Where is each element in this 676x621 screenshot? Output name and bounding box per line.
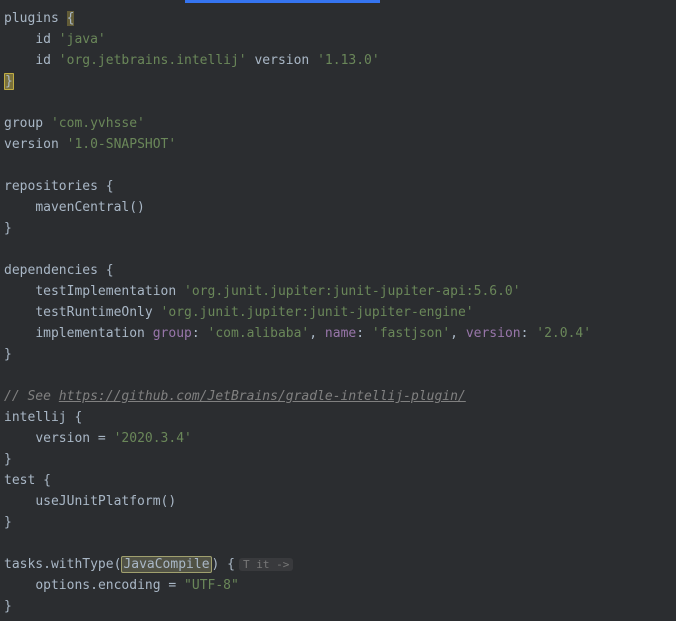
code-line: testImplementation 'org.junit.jupiter:ju… — [4, 281, 676, 302]
code-line: dependencies { — [4, 260, 676, 281]
code-line: intellij { — [4, 407, 676, 428]
test-impl-keyword: testImplementation — [35, 284, 176, 299]
version-keyword: version — [4, 137, 59, 152]
version-keyword: version — [35, 431, 90, 446]
intellij-keyword: intellij — [4, 410, 67, 425]
string-literal: 'com.alibaba' — [208, 326, 310, 341]
code-line: version '1.0-SNAPSHOT' — [4, 134, 676, 155]
options-keyword: options — [35, 578, 90, 593]
inlay-hint: T it -> — [239, 558, 293, 571]
close-brace: } — [4, 347, 12, 362]
code-line: version = '2020.3.4' — [4, 428, 676, 449]
with-type-keyword: withType — [51, 557, 114, 572]
test-keyword: test — [4, 473, 35, 488]
tasks-keyword: tasks — [4, 557, 43, 572]
code-line: id 'java' — [4, 29, 676, 50]
code-line: } — [4, 344, 676, 365]
plugins-keyword: plugins — [4, 11, 59, 26]
code-line: } — [4, 71, 676, 92]
encoding-keyword: encoding — [98, 578, 161, 593]
code-line: // See https://github.com/JetBrains/grad… — [4, 386, 676, 407]
blank-line — [4, 533, 676, 554]
close-brace-caret: } — [4, 73, 14, 90]
code-line: options.encoding = "UTF-8" — [4, 575, 676, 596]
code-line: implementation group: 'com.alibaba', nam… — [4, 323, 676, 344]
code-line: plugins { — [4, 8, 676, 29]
maven-central-call: mavenCentral() — [35, 200, 145, 215]
string-literal: 'java' — [59, 32, 106, 47]
code-line: mavenCentral() — [4, 197, 676, 218]
open-brace: { — [67, 11, 75, 26]
string-literal: '1.13.0' — [317, 53, 380, 68]
junit-platform-call: useJUnitPlatform() — [35, 494, 176, 509]
code-line: id 'org.jetbrains.intellij' version '1.1… — [4, 50, 676, 71]
version-keyword: version — [254, 53, 309, 68]
code-line: tasks.withType(JavaCompile) {T it -> — [4, 554, 676, 575]
open-brace: { — [106, 179, 114, 194]
impl-keyword: implementation — [35, 326, 145, 341]
java-compile-type: JavaCompile — [121, 556, 211, 573]
string-literal: '2020.3.4' — [114, 431, 192, 446]
dependencies-keyword: dependencies — [4, 263, 98, 278]
code-line: } — [4, 596, 676, 617]
string-literal: '1.0-SNAPSHOT' — [67, 137, 177, 152]
close-brace: } — [4, 599, 12, 614]
id-keyword: id — [35, 53, 51, 68]
code-editor[interactable]: plugins { id 'java' id 'org.jetbrains.in… — [0, 0, 676, 617]
string-literal: 'org.junit.jupiter:junit-jupiter-api:5.6… — [184, 284, 521, 299]
comment: // See — [4, 389, 59, 404]
code-line: repositories { — [4, 176, 676, 197]
named-arg: name — [325, 326, 356, 341]
id-keyword: id — [35, 32, 51, 47]
code-line: } — [4, 218, 676, 239]
open-brace: { — [43, 473, 51, 488]
close-brace: } — [4, 452, 12, 467]
open-brace: { — [106, 263, 114, 278]
string-literal: 'org.junit.jupiter:junit-jupiter-engine' — [161, 305, 474, 320]
named-arg: version — [466, 326, 521, 341]
group-keyword: group — [4, 116, 43, 131]
blank-line — [4, 239, 676, 260]
open-brace: { — [227, 557, 235, 572]
string-literal: 'com.yvhsse' — [51, 116, 145, 131]
repositories-keyword: repositories — [4, 179, 98, 194]
blank-line — [4, 155, 676, 176]
active-tab-indicator — [185, 0, 380, 3]
blank-line — [4, 92, 676, 113]
code-line: testRuntimeOnly 'org.junit.jupiter:junit… — [4, 302, 676, 323]
code-line: group 'com.yvhsse' — [4, 113, 676, 134]
code-line: test { — [4, 470, 676, 491]
close-brace: } — [4, 221, 12, 236]
close-brace: } — [4, 515, 12, 530]
code-line: } — [4, 449, 676, 470]
string-literal: 'org.jetbrains.intellij' — [59, 53, 247, 68]
code-line: useJUnitPlatform() — [4, 491, 676, 512]
string-literal: 'fastjson' — [372, 326, 450, 341]
code-line: } — [4, 512, 676, 533]
open-brace: { — [74, 410, 82, 425]
string-literal: "UTF-8" — [184, 578, 239, 593]
comment-url[interactable]: https://github.com/JetBrains/gradle-inte… — [59, 389, 466, 404]
string-literal: '2.0.4' — [536, 326, 591, 341]
blank-line — [4, 365, 676, 386]
test-runtime-keyword: testRuntimeOnly — [35, 305, 152, 320]
named-arg: group — [153, 326, 192, 341]
